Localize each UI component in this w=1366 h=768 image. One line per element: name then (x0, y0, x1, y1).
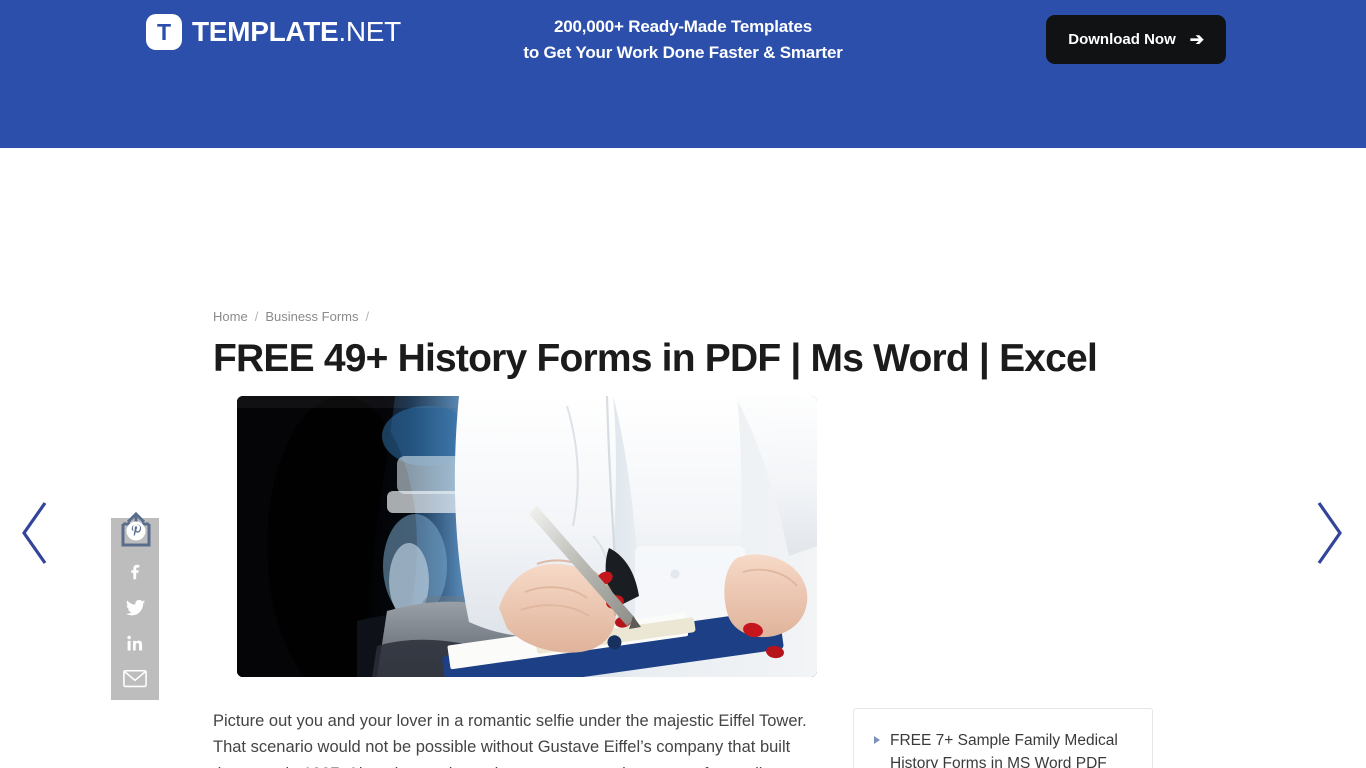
share-pinterest-button[interactable] (116, 510, 156, 552)
article-paragraph: Picture out you and your lover in a roma… (213, 708, 813, 768)
top-promo-bar: T TEMPLATE.NET 200,000+ Ready-Made Templ… (0, 0, 1366, 80)
download-now-label: Download Now (1068, 31, 1176, 48)
article-text-part-1: Picture out you and your lover in a roma… (213, 712, 807, 768)
template-net-logo[interactable]: T TEMPLATE.NET (146, 14, 401, 50)
email-icon (123, 669, 147, 687)
breadcrumb-item-home[interactable]: Home (213, 309, 248, 324)
related-link[interactable]: FREE 7+ Sample Family Medical History Fo… (890, 729, 1132, 768)
breadcrumb-item-business-forms[interactable]: Business Forms (265, 309, 358, 324)
logo-suffix: .NET (338, 16, 401, 47)
share-linkedin-button[interactable] (122, 633, 148, 654)
breadcrumb: Home / Business Forms / (213, 309, 369, 324)
linkedin-icon (126, 635, 142, 651)
twitter-icon (125, 599, 145, 616)
main-navbar: SampleForms Forms (0, 80, 1366, 211)
share-twitter-button[interactable] (122, 596, 148, 619)
logo-wordmark: TEMPLATE.NET (192, 16, 401, 48)
chevron-right-icon (1317, 502, 1342, 564)
breadcrumb-separator: / (254, 309, 259, 324)
related-links-card: FREE 7+ Sample Family Medical History Fo… (853, 708, 1153, 768)
carousel-next-arrow[interactable] (1312, 500, 1346, 566)
bullet-triangle-icon (874, 736, 880, 744)
page-content: Home / Business Forms / FREE 49+ History… (0, 148, 1366, 768)
chevron-left-icon (22, 502, 47, 564)
logo-mark-icon: T (146, 14, 182, 50)
hero-image (237, 396, 817, 677)
share-pinterest-icon (121, 511, 151, 547)
logo-name: TEMPLATE (192, 16, 339, 47)
page-title: FREE 49+ History Forms in PDF | Ms Word … (213, 337, 1098, 380)
share-facebook-button[interactable] (122, 560, 148, 582)
share-email-button[interactable] (122, 668, 148, 688)
download-now-button[interactable]: Download Now ➔ (1046, 15, 1226, 64)
list-item[interactable]: FREE 7+ Sample Family Medical History Fo… (854, 715, 1152, 768)
carousel-prev-arrow[interactable] (18, 500, 52, 566)
arrow-right-icon: ➔ (1189, 30, 1204, 49)
breadcrumb-separator-trailing: / (365, 309, 370, 324)
facebook-icon (131, 564, 140, 580)
